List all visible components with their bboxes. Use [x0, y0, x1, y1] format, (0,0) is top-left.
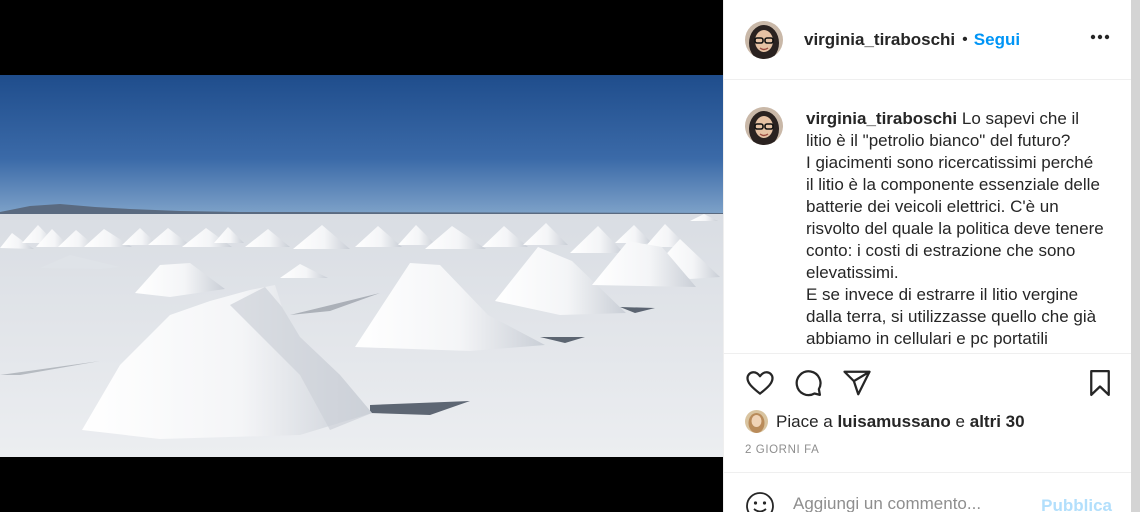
- caption-author-avatar[interactable]: [745, 107, 783, 145]
- liker-avatar[interactable]: [745, 410, 768, 433]
- author-avatar[interactable]: [745, 20, 783, 59]
- likes-summary: Piace a luisamussano e altri 30: [745, 410, 1025, 433]
- comment-bubble-icon[interactable]: [793, 368, 825, 400]
- likes-others-link[interactable]: altri 30: [970, 412, 1025, 432]
- paper-plane-icon[interactable]: [842, 368, 874, 400]
- post-caption: virginia_tiraboschi Lo sapevi che il lit…: [724, 100, 1131, 354]
- post-details-panel: virginia_tiraboschi • Segui virginia_tir…: [723, 0, 1131, 512]
- likes-conjunction: e: [955, 411, 966, 431]
- caption-text: virginia_tiraboschi Lo sapevi che il lit…: [806, 100, 1104, 353]
- caption-line-2: I giacimenti sono ricercatissimi perché …: [806, 153, 1109, 282]
- heart-icon[interactable]: [745, 368, 777, 400]
- post-header: virginia_tiraboschi • Segui: [724, 0, 1131, 80]
- caption-author-username[interactable]: virginia_tiraboschi: [806, 109, 957, 128]
- caption-line-1: virginia_tiraboschi Lo sapevi che il lit…: [806, 109, 1084, 150]
- bookmark-icon[interactable]: [1085, 368, 1117, 400]
- more-horizontal-icon[interactable]: [1089, 26, 1111, 48]
- smiley-icon[interactable]: [745, 491, 775, 512]
- comment-bar: Pubblica: [724, 472, 1131, 512]
- likes-prefix: Piace a: [776, 411, 833, 431]
- follow-separator: •: [962, 30, 968, 48]
- follow-button[interactable]: Segui: [974, 30, 1020, 50]
- post-timestamp[interactable]: 2 GIORNI FA: [745, 444, 819, 456]
- post-actions: [745, 368, 1111, 402]
- likes-user-link[interactable]: luisamussano: [837, 412, 950, 432]
- comment-input[interactable]: [793, 494, 1023, 512]
- publish-button[interactable]: Pubblica: [1041, 496, 1112, 512]
- salt-flat-photo[interactable]: [0, 75, 723, 457]
- author-username[interactable]: virginia_tiraboschi: [804, 30, 955, 50]
- window-scrollbar[interactable]: [1131, 0, 1140, 512]
- post-media: [0, 0, 723, 512]
- caption-line-3: E se invece di estrarre il litio vergine…: [806, 285, 1101, 348]
